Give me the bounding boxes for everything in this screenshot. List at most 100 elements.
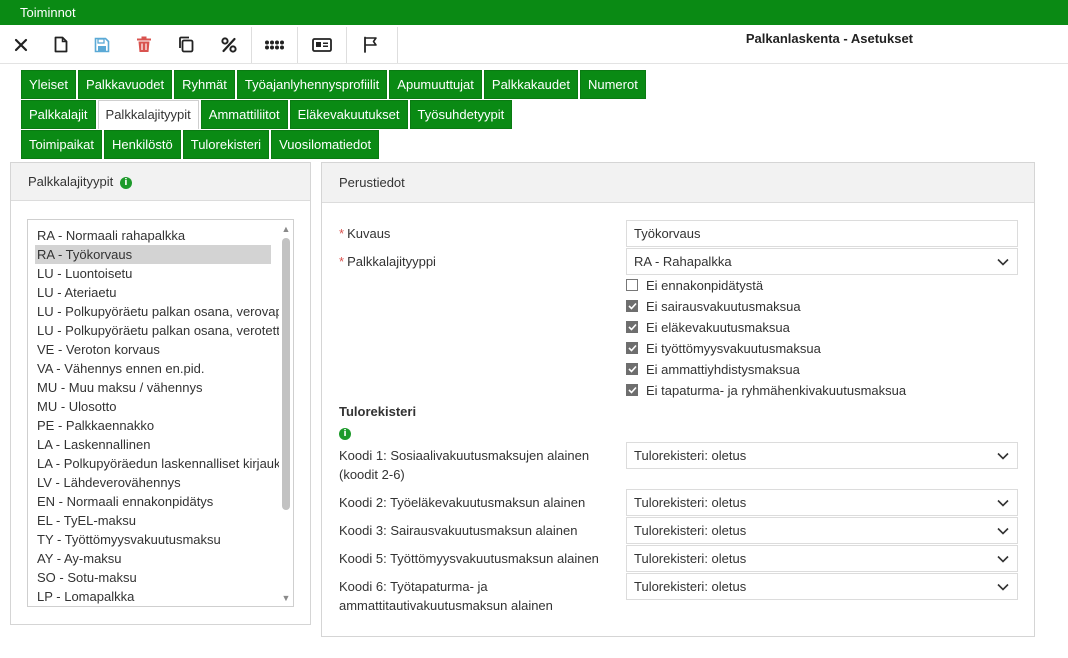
flag-button[interactable] [351,25,391,64]
tab-tulorekisteri[interactable]: Tulorekisteri [182,130,270,159]
wage-type-type-select[interactable]: RA - Rahapalkka [626,248,1018,275]
id-card-button[interactable] [302,25,342,64]
checkbox-row[interactable]: Ei sairausvakuutusmaksua [626,297,801,315]
wage-type-listbox[interactable]: RA - Normaali rahapalkka RA - Työkorvaus L… [27,219,294,607]
basic-info-panel: Perustiedot * Kuvaus Työkorvaus * Palkkala… [321,162,1035,637]
code-label-line: ammattitautivakuutusmaksun alainen [339,598,553,613]
checkbox-checked-icon[interactable] [626,321,638,333]
list-item[interactable]: LA - Laskennallinen [28,435,280,454]
code-label-line: Koodi 5: Työttömyysvakuutusmaksun alaine… [339,551,599,566]
select-value: Tulorekisteri: oletus [634,495,747,510]
checkbox-checked-icon[interactable] [626,363,638,375]
tab-tyoajanlyhennysprofiilit[interactable]: Työajanlyhennysprofiilit [236,70,388,99]
select-value: Tulorekisteri: oletus [634,448,747,463]
list-item[interactable]: LU - Luontoisetu [28,264,280,283]
list-item[interactable]: LA - Polkupyöräedun laskennalliset kirja… [28,454,280,473]
tab-palkkalajit[interactable]: Palkkalajit [21,100,96,129]
toolbar-separator [346,27,347,63]
checkbox-label: Ei sairausvakuutusmaksua [646,298,801,314]
list-item[interactable]: EN - Normaali ennakonpidätys [28,492,280,511]
save-button[interactable] [82,25,122,64]
checkbox-checked-icon[interactable] [626,342,638,354]
copy-button[interactable] [166,25,206,64]
wage-type-list-panel: Palkkalajityypit i RA - Normaali rahapal… [10,162,311,625]
list-item[interactable]: MU - Muu maksu / vähennys [28,378,280,397]
description-label: * Kuvaus [339,226,391,241]
tab-vuosilomatiedot[interactable]: Vuosilomatiedot [271,130,380,159]
tab-apumuuttujat[interactable]: Apumuuttujat [389,70,482,99]
checkbox-label: Ei ammattiyhdistysmaksua [646,361,800,377]
panel-title: Palkkalajityypit [28,174,114,189]
list-item[interactable]: SO - Sotu-maksu [28,568,280,587]
list-item[interactable]: AY - Ay-maksu [28,549,280,568]
code-label-line: Koodi 3: Sairausvakuutusmaksun alainen [339,523,578,538]
info-icon[interactable]: i [339,427,351,440]
income-register-code-select[interactable]: Tulorekisteri: oletus [626,517,1018,544]
list-item[interactable]: LV - Lähdeverovähennys [28,473,280,492]
tab-ryhmat[interactable]: Ryhmät [174,70,235,99]
copy-icon [179,36,194,53]
list-item[interactable]: LP - Lomapalkka [28,587,280,606]
checkbox-row[interactable]: Ei tapaturma- ja ryhmähenkivakuutusmaksu… [626,381,906,399]
panel-title: Perustiedot [339,175,405,190]
list-item[interactable]: VE - Veroton korvaus [28,340,280,359]
tab-palkkavuodet[interactable]: Palkkavuodet [78,70,173,99]
id-card-icon [312,37,332,52]
code-label: Koodi 1: Sosiaalivakuutusmaksujen alaine… [339,446,589,484]
income-register-code-select[interactable]: Tulorekisteri: oletus [626,573,1018,600]
code-label: Koodi 6: Työtapaturma- ja ammattitautivak… [339,577,553,615]
list-scrollbar[interactable]: ▲ ▼ [279,220,293,606]
income-register-code-select[interactable]: Tulorekisteri: oletus [626,442,1018,469]
code-label-line: Koodi 2: Työeläkevakuutusmaksun alainen [339,495,586,510]
list-item[interactable]: PE - Palkkaennakko [28,416,280,435]
new-button[interactable] [41,25,81,64]
tab-row: Palkkalajit Palkkalajityypit Ammattiliitot… [21,100,721,129]
list-item[interactable]: TY - Työttömyysvakuutusmaksu [28,530,280,549]
list-item[interactable]: LU - Ateriaetu [28,283,280,302]
scroll-thumb[interactable] [282,238,290,510]
list-item[interactable]: LU - Polkupyöräetu palkan osana, verovap… [28,302,280,321]
checkbox-unchecked-icon[interactable] [626,279,638,291]
code-label-line: Koodi 6: Työtapaturma- ja [339,579,488,594]
menu-title[interactable]: Toiminnot [20,5,76,20]
list-item[interactable]: MU - Ulosotto [28,397,280,416]
scroll-up-icon[interactable]: ▲ [281,224,291,234]
list-item[interactable]: EL - TyEL-maksu [28,511,280,530]
percent-icon [221,36,237,53]
scroll-down-icon[interactable]: ▼ [281,593,291,603]
list-item[interactable]: VA - Vähennys ennen en.pid. [28,359,280,378]
percent-button[interactable] [209,25,249,64]
tab-yleiset[interactable]: Yleiset [21,70,77,99]
required-marker: * [339,254,345,269]
list-item[interactable]: RA - Normaali rahapalkka [28,226,280,245]
list-item[interactable]: RA - Työkorvaus [35,245,271,264]
description-input[interactable]: Työkorvaus [626,220,1018,247]
close-icon [14,38,28,51]
chevron-down-icon [997,574,1009,599]
income-register-code-select[interactable]: Tulorekisteri: oletus [626,545,1018,572]
checkbox-row[interactable]: Ei työttömyysvakuutusmaksua [626,339,821,357]
checkbox-row[interactable]: Ei ammattiyhdistysmaksua [626,360,800,378]
tab-numerot[interactable]: Numerot [579,70,646,99]
close-button[interactable] [1,25,41,64]
checkbox-row[interactable]: Ei ennakonpidätystä [626,276,763,294]
checkbox-row[interactable]: Ei eläkevakuutusmaksua [626,318,790,336]
checkbox-checked-icon[interactable] [626,300,638,312]
toolbar-separator [297,27,298,63]
delete-button[interactable] [124,25,164,64]
tab-toimipaikat[interactable]: Toimipaikat [21,130,103,159]
select-value: Tulorekisteri: oletus [634,579,747,594]
tab-elakevakuutukset[interactable]: Eläkevakuutukset [289,100,408,129]
income-register-code-select[interactable]: Tulorekisteri: oletus [626,489,1018,516]
tab-henkilosto[interactable]: Henkilöstö [104,130,181,159]
panel-header: Palkkalajityypit i [11,163,310,201]
apps-button[interactable] [254,25,294,64]
tab-ammattiliitot[interactable]: Ammattiliitot [200,100,288,129]
checkbox-checked-icon[interactable] [626,384,638,396]
tab-palkkakaudet[interactable]: Palkkakaudet [483,70,578,99]
info-icon[interactable]: i [119,176,132,189]
list-items: RA - Normaali rahapalkka RA - Työkorvaus L… [28,220,293,606]
list-item[interactable]: LU - Polkupyöräetu palkan osana, verotet… [28,321,280,340]
tab-tyosuhdetyypit[interactable]: Työsuhdetyypit [409,100,513,129]
tab-palkkalajityypit[interactable]: Palkkalajityypit [97,100,199,129]
